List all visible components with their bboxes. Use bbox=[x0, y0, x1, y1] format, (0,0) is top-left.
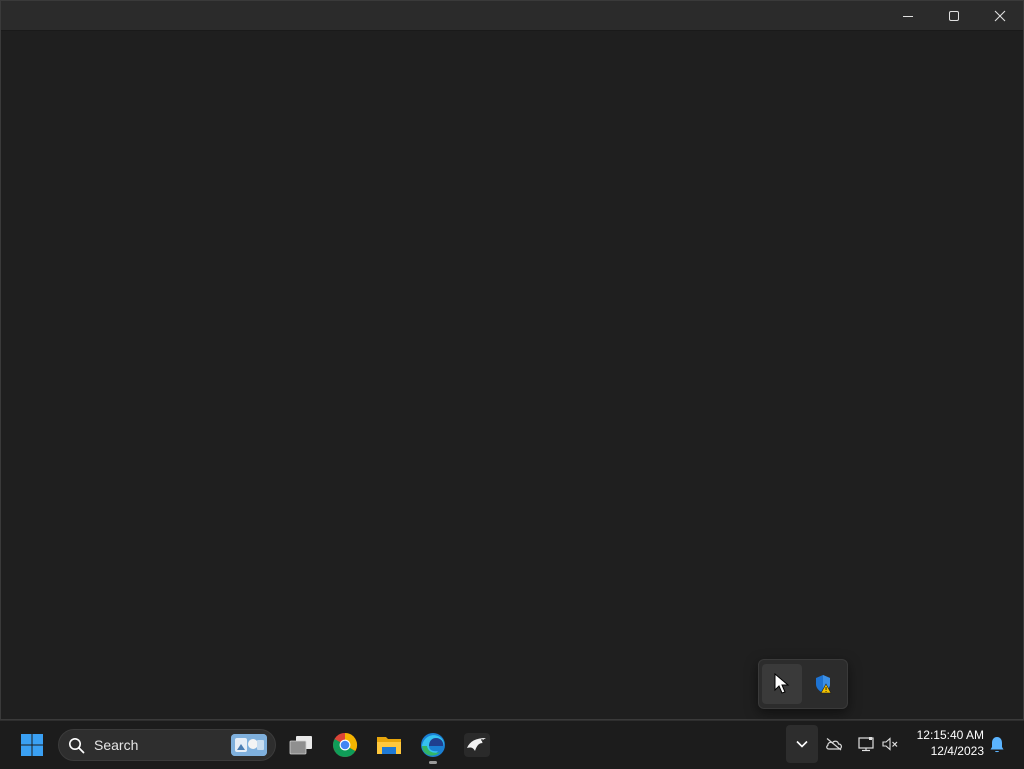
search-placeholder: Search bbox=[94, 737, 139, 753]
minimize-icon bbox=[903, 15, 913, 17]
taskbar-app-file-explorer[interactable] bbox=[369, 725, 409, 765]
onedrive-offline-icon bbox=[826, 738, 842, 751]
chrome-icon bbox=[333, 733, 358, 758]
volume-muted-icon bbox=[882, 737, 898, 751]
close-button[interactable] bbox=[977, 1, 1023, 30]
clock-date: 12/4/2023 bbox=[930, 744, 984, 758]
taskbar-clock[interactable]: 12:15:40 AM 12/4/2023 bbox=[908, 727, 984, 759]
search-icon bbox=[69, 738, 85, 754]
windows-start-icon bbox=[21, 734, 43, 756]
tray-network[interactable] bbox=[856, 734, 876, 754]
bell-icon bbox=[990, 737, 1004, 753]
chevron-up-icon bbox=[796, 740, 808, 748]
edge-icon bbox=[421, 733, 445, 757]
taskbar-app-edge[interactable] bbox=[413, 725, 453, 765]
app-window bbox=[0, 0, 1024, 720]
network-icon bbox=[858, 737, 874, 752]
taskbar-app-task-view[interactable] bbox=[281, 725, 321, 765]
taskbar-search-box[interactable]: Search bbox=[58, 729, 276, 761]
taskbar-app-chrome[interactable] bbox=[325, 725, 365, 765]
flyout-item-pointer[interactable] bbox=[762, 664, 802, 704]
clock-time: 12:15:40 AM bbox=[916, 728, 984, 742]
close-icon bbox=[994, 10, 1006, 21]
notification-button[interactable] bbox=[986, 734, 1008, 756]
flyout-item-security[interactable] bbox=[803, 664, 843, 704]
task-view-icon bbox=[289, 736, 312, 755]
running-indicator bbox=[429, 761, 437, 764]
maximize-button[interactable] bbox=[931, 1, 977, 30]
windows-security-warning-icon bbox=[816, 675, 832, 694]
search-highlight-image bbox=[231, 734, 267, 756]
tray-overflow-button[interactable] bbox=[786, 725, 818, 763]
tray-onedrive[interactable] bbox=[824, 734, 844, 754]
pointer-icon bbox=[774, 673, 790, 694]
tray-overflow-flyout bbox=[758, 659, 848, 709]
maximize-icon bbox=[949, 10, 959, 21]
title-bar[interactable] bbox=[1, 1, 1023, 31]
eagle-icon bbox=[464, 733, 490, 757]
start-button[interactable] bbox=[12, 725, 52, 765]
file-explorer-icon bbox=[377, 737, 401, 754]
window-content bbox=[1, 31, 1023, 719]
tray-volume[interactable] bbox=[880, 734, 900, 754]
minimize-button[interactable] bbox=[885, 1, 931, 30]
taskbar-app-eagle[interactable] bbox=[457, 725, 497, 765]
